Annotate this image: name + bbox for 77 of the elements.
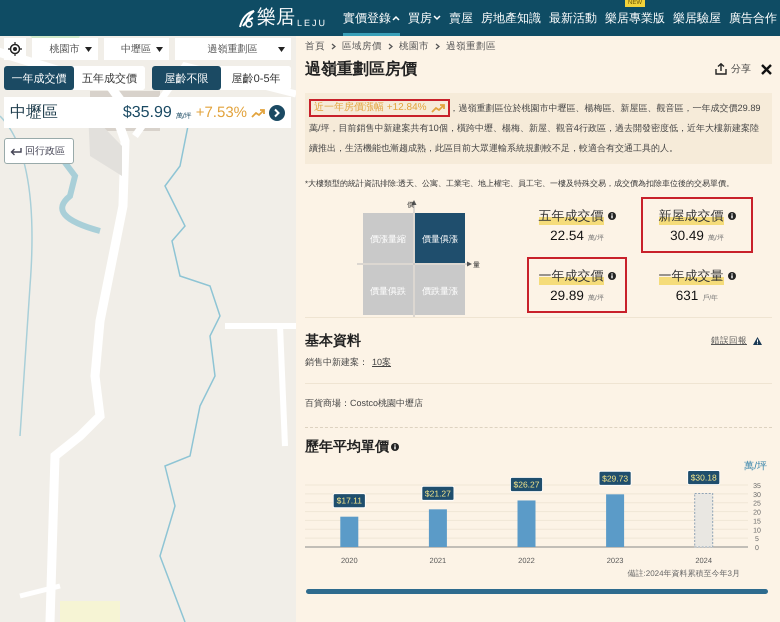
value-label: $30.18 xyxy=(687,470,720,485)
nav-link[interactable]: 最新活動 xyxy=(549,10,598,36)
page-title: 過嶺重劃區房價 xyxy=(305,59,418,80)
district-name: 中壢區 xyxy=(10,102,59,123)
nav-link[interactable]: 賣屋 xyxy=(449,10,474,36)
stat-value: 22.54 xyxy=(550,228,584,243)
area-description-lead: ，過嶺重劃區位於桃園市中壢區、楊梅區、新屋區、觀音區，一年成交價29.89 xyxy=(450,102,761,115)
axis-title: 萬/坪 xyxy=(744,461,767,472)
info-icon xyxy=(608,212,616,220)
locate-icon xyxy=(8,42,22,56)
logo-icon xyxy=(237,9,255,29)
new-projects-link[interactable]: 10案 xyxy=(372,356,392,369)
return-arrow-icon xyxy=(10,146,22,156)
value-label: $26.27 xyxy=(510,477,543,492)
section-title: 基本資料 xyxy=(305,332,362,350)
info-icon xyxy=(391,443,399,451)
filter-tab[interactable]: 一年成交價 xyxy=(4,66,74,90)
dropdown-select[interactable]: 中壢區 xyxy=(104,38,170,60)
value-label: $17.11 xyxy=(332,493,366,508)
dropdown-caret-icon xyxy=(156,46,164,52)
info-icon xyxy=(728,272,736,280)
error-report-link[interactable]: 錯誤回報 xyxy=(711,335,747,347)
price-change: +7.53% xyxy=(196,104,247,121)
chevron-right-icon xyxy=(435,42,440,50)
dropdown-caret-icon xyxy=(84,46,92,52)
breadcrumb-link[interactable]: 區域房價 xyxy=(342,40,382,52)
stat-value: 30.49 xyxy=(670,228,704,243)
mall-info: 百貨商場：Costco桃園中壢店 xyxy=(305,397,424,410)
arrow-right-icon xyxy=(269,104,285,120)
chart-footnote: 備註:2024年資料累積至今年3月 xyxy=(626,568,740,579)
dropdown-caret-icon xyxy=(278,46,285,52)
value-label: $21.27 xyxy=(422,486,454,501)
chevron-right-icon xyxy=(388,42,393,50)
quadrant-cell: 價量俱漲 xyxy=(415,213,465,263)
nav-link[interactable]: 樂居專業版 xyxy=(605,10,666,36)
info-icon xyxy=(608,272,616,280)
nav-link[interactable]: 買房 xyxy=(408,10,442,36)
chevron-right-icon xyxy=(331,42,336,50)
warning-icon xyxy=(753,337,762,345)
stat-title: 新屋成交價 xyxy=(658,207,724,225)
district-price: $35.99 xyxy=(122,104,172,122)
bar xyxy=(518,500,536,547)
close-icon xyxy=(761,64,772,74)
nav-link[interactable]: 廣告合作 xyxy=(729,10,778,36)
filter-tab[interactable]: 屋齡不限 xyxy=(152,66,222,90)
breadcrumb-link[interactable]: 首頁 xyxy=(305,40,325,52)
nav-link[interactable]: 房地產知識 xyxy=(481,10,542,36)
bar xyxy=(606,494,624,547)
dropdown-select[interactable]: 桃園市 xyxy=(32,38,98,60)
section-title: 歷年平均單價 xyxy=(305,438,389,456)
nav-link[interactable]: 樂居驗屋 xyxy=(673,10,722,36)
share-icon xyxy=(715,63,727,75)
stat-value: 631 xyxy=(676,288,698,303)
stat-title: 五年成交價 xyxy=(538,207,604,225)
area-description: 萬/坪，目前銷售中新建案共有10個，橫跨中壢、楊梅、新屋、觀音4行政區，過去開發密度低，近年大樓新建案陸續推出，生活機能也漸趨成熟，此區目前大眾運輸系統規劃較不足，較適合有交通工具的人。 xyxy=(309,122,760,155)
breadcrumb-link[interactable]: 桃園市 xyxy=(399,40,429,52)
stat-value: 29.89 xyxy=(550,288,584,303)
bar xyxy=(340,516,358,547)
back-button[interactable]: 回行政區 xyxy=(4,138,74,164)
locate-button[interactable] xyxy=(4,38,26,60)
trend-up-icon xyxy=(251,108,265,118)
stat-title: 一年成交量 xyxy=(658,267,724,285)
logo-wordmark: LEJU xyxy=(297,17,328,29)
chart-scrollbar[interactable] xyxy=(306,589,768,594)
bar xyxy=(428,509,447,547)
logo-text: 樂居 xyxy=(257,7,295,29)
share-button[interactable]: 分享 xyxy=(715,62,751,76)
field-label: 銷售中新建案： xyxy=(305,356,368,369)
price-trend-badge: 近一年房價漲幅 +12.84% xyxy=(309,99,450,117)
value-label: $29.73 xyxy=(598,470,632,486)
breadcrumb-link[interactable]: 過嶺重劃區 xyxy=(446,40,496,52)
trend-up-icon xyxy=(430,103,445,113)
info-icon xyxy=(728,212,736,220)
dropdown-select[interactable]: 過嶺重劃區 xyxy=(175,38,291,60)
stat-title: 一年成交價 xyxy=(538,267,604,285)
nav-link[interactable]: 實價登錄 xyxy=(343,10,400,36)
close-button[interactable] xyxy=(761,64,772,74)
